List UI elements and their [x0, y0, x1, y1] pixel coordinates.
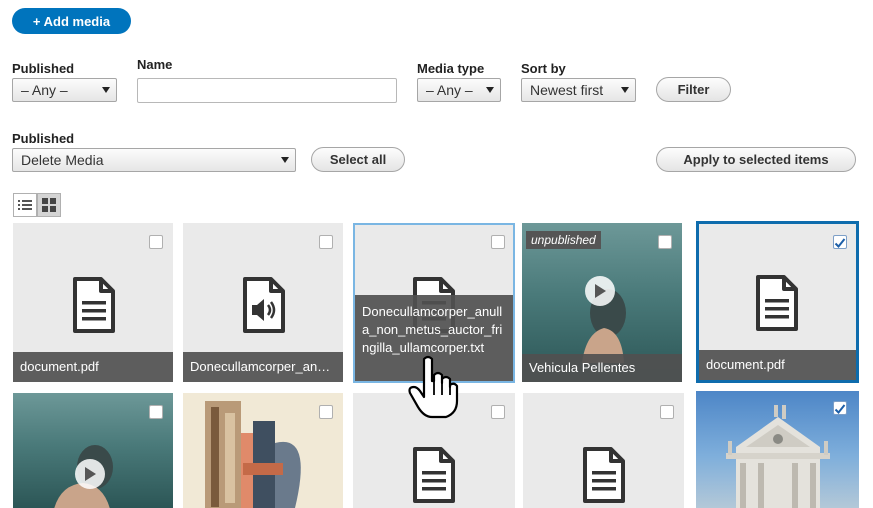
media-select-checkbox[interactable] [491, 405, 505, 419]
play-icon [585, 276, 615, 306]
media-select-checkbox[interactable] [833, 401, 847, 415]
document-icon [73, 277, 115, 333]
media-card[interactable]: Donecullamcorper_an… [183, 223, 343, 382]
bulk-action-label: Published [12, 131, 75, 146]
media-name: document.pdf [13, 352, 173, 382]
media-card[interactable] [13, 393, 173, 508]
media-name: Donecullamcorper_an… [183, 352, 343, 382]
media-card[interactable]: document.pdf [13, 223, 173, 382]
add-media-button[interactable]: + Add media [12, 8, 131, 34]
bulk-action-select[interactable]: Delete Media [12, 148, 296, 172]
grid-icon [42, 198, 56, 212]
published-filter-label: Published [12, 61, 75, 76]
media-card[interactable]: document.pdf [696, 221, 859, 383]
media-select-checkbox[interactable] [149, 405, 163, 419]
media-card[interactable] [696, 391, 859, 508]
bulk-action-value: Delete Media [21, 152, 104, 168]
chevron-down-icon [281, 157, 289, 163]
chevron-down-icon [102, 87, 110, 93]
media-select-checkbox[interactable] [319, 405, 333, 419]
media-select-checkbox[interactable] [149, 235, 163, 249]
media-card[interactable]: unpublished Vehicula Pellentes [522, 223, 682, 382]
hand-pointer-cursor-icon [408, 355, 459, 419]
published-filter-value: – Any – [21, 82, 68, 98]
grid-view-button[interactable] [37, 193, 61, 217]
name-filter-label: Name [137, 57, 173, 72]
name-filter-input[interactable] [137, 78, 397, 103]
unpublished-badge: unpublished [526, 231, 601, 249]
media-select-checkbox[interactable] [833, 235, 847, 249]
media-select-checkbox[interactable] [319, 235, 333, 249]
chevron-down-icon [621, 87, 629, 93]
chevron-down-icon [486, 87, 494, 93]
media-card[interactable] [183, 393, 343, 508]
audio-file-icon [243, 277, 285, 333]
media-select-checkbox[interactable] [660, 405, 674, 419]
media-card[interactable] [523, 393, 684, 508]
sort-by-label: Sort by [521, 61, 566, 76]
select-all-button[interactable]: Select all [311, 147, 405, 172]
apply-to-selected-button[interactable]: Apply to selected items [656, 147, 856, 172]
published-filter-select[interactable]: – Any – [12, 78, 117, 102]
media-name: Vehicula Pellentes [522, 354, 682, 382]
media-select-checkbox[interactable] [491, 235, 505, 249]
checkmark-icon [834, 238, 846, 248]
document-icon [756, 275, 798, 331]
document-icon [583, 447, 625, 503]
media-type-filter-value: – Any – [426, 82, 473, 98]
list-icon [18, 200, 32, 210]
filter-button[interactable]: Filter [656, 77, 731, 102]
media-type-filter-label: Media type [417, 61, 485, 76]
checkmark-icon [834, 404, 846, 414]
play-icon [75, 459, 105, 489]
media-name: document.pdf [699, 350, 856, 380]
sort-by-value: Newest first [530, 82, 604, 98]
list-view-button[interactable] [13, 193, 37, 217]
document-icon [413, 447, 455, 503]
media-type-filter-select[interactable]: – Any – [417, 78, 501, 102]
media-select-checkbox[interactable] [658, 235, 672, 249]
sort-by-select[interactable]: Newest first [521, 78, 636, 102]
